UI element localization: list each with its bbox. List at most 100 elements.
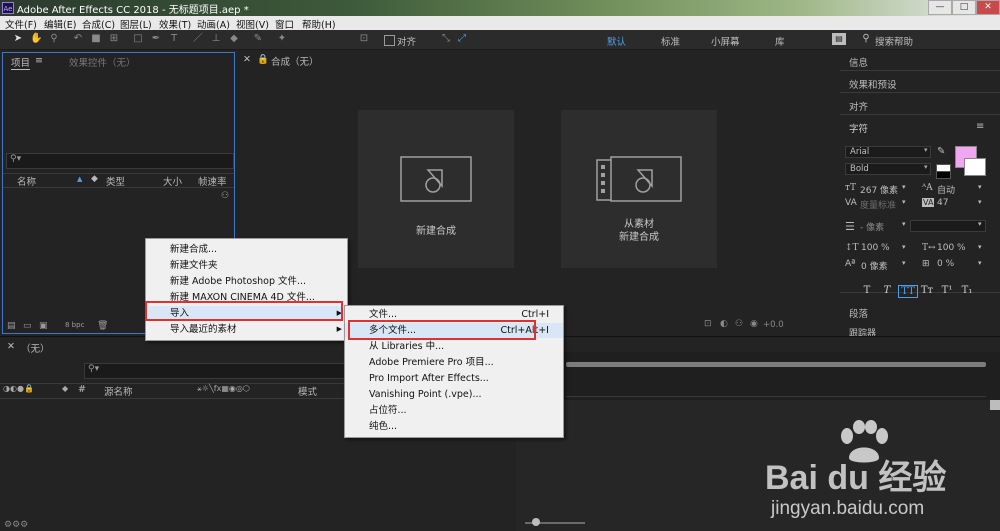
tab-project[interactable]: 项目 (11, 55, 31, 70)
tab-composition[interactable]: 合成（无） (271, 54, 319, 68)
align-checkbox[interactable] (384, 35, 395, 46)
label-column-icon[interactable]: ◆ (91, 174, 98, 184)
subscript-button[interactable]: T₁ (960, 285, 974, 296)
faux-bold-button[interactable]: T (860, 285, 874, 296)
effects-presets-tab[interactable]: 效果和预设 (849, 77, 897, 91)
search-help-input[interactable]: 搜索帮助 (875, 34, 913, 48)
snap-icon[interactable]: ⤡ (440, 33, 452, 45)
close-timeline-tab-icon[interactable]: ✕ (7, 341, 15, 352)
workspace-small-screen[interactable]: 小屏幕 (711, 34, 740, 48)
project-panel-menu-icon[interactable]: ≡ (35, 55, 43, 66)
menu-item-new-folder[interactable]: 新建文件夹 (146, 258, 347, 273)
local-axis-icon[interactable]: ⊡ (358, 33, 370, 45)
column-size[interactable]: 大小 (163, 174, 182, 188)
column-number[interactable]: # (78, 384, 86, 395)
close-comp-tab-icon[interactable]: ✕ (243, 54, 251, 65)
new-comp-icon[interactable]: ▣ (39, 321, 48, 331)
column-type[interactable]: 类型 (106, 174, 125, 188)
hand-tool-icon[interactable]: ✋ (30, 33, 42, 45)
column-source-name[interactable]: 源名称 (104, 384, 133, 398)
zoom-tool-icon[interactable]: ⚲ (48, 33, 60, 45)
show-channel-icon[interactable]: ◐ (720, 319, 728, 329)
submenu-item-solid[interactable]: 纯色... (345, 419, 563, 434)
stroke-width-value[interactable]: - 像素 (860, 220, 884, 233)
menu-animation[interactable]: 动画(A) (197, 17, 230, 31)
tracking-value[interactable]: 47 (937, 198, 948, 208)
puppet-tool-icon[interactable]: ✦ (276, 33, 288, 45)
submenu-item-placeholder[interactable]: 占位符... (345, 403, 563, 418)
menu-item-import-recent[interactable]: 导入最近的素材 ▶ (146, 322, 347, 337)
tsume-value[interactable]: 0 % (937, 259, 954, 269)
column-mode[interactable]: 模式 (298, 384, 317, 398)
exposure-icon[interactable]: ◉ (750, 319, 758, 329)
workspace-menu-icon[interactable]: ▤ (832, 33, 846, 45)
menu-window[interactable]: 窗口 (275, 17, 294, 31)
tab-timeline[interactable]: （无） (21, 341, 50, 355)
snap-target-icon[interactable]: ⤢ (456, 33, 468, 45)
zoom-slider-thumb[interactable] (532, 518, 540, 526)
type-tool-icon[interactable]: T (168, 33, 180, 45)
region-icon[interactable]: ⚇ (735, 319, 743, 329)
menu-help[interactable]: 帮助(H) (302, 17, 336, 31)
horizontal-scale-value[interactable]: 100 % (937, 243, 966, 253)
scrollbar-handle[interactable] (990, 400, 1000, 410)
av-switches-icon[interactable]: ◑◐●🔒 (3, 384, 34, 393)
rectangle-tool-icon[interactable]: □ (132, 33, 144, 45)
submenu-item-vanishing-point[interactable]: Vanishing Point (.vpe)... (345, 387, 563, 402)
character-panel-tab[interactable]: 字符 (849, 121, 868, 135)
submenu-item-libraries[interactable]: 从 Libraries 中... (345, 339, 563, 354)
maximize-button[interactable]: □ (952, 0, 976, 15)
rotate-tool-icon[interactable]: ↶ (72, 33, 84, 45)
menu-item-new-comp[interactable]: 新建合成... (146, 242, 347, 257)
roto-brush-tool-icon[interactable]: ✎ (252, 33, 264, 45)
switches-icons[interactable]: ⚹☼╲fx▦◉◎⬡ (197, 384, 250, 394)
submenu-item-premiere[interactable]: Adobe Premiere Pro 项目... (345, 355, 563, 370)
pen-tool-icon[interactable]: ✒ (150, 33, 162, 45)
stroke-color-swatch[interactable] (964, 158, 986, 176)
submenu-item-pro-import[interactable]: Pro Import After Effects... (345, 371, 563, 386)
character-menu-icon[interactable]: ≡ (976, 121, 984, 132)
bpc-label[interactable]: 8 bpc (65, 321, 84, 329)
new-folder-icon[interactable]: ▭ (23, 321, 32, 331)
info-panel-tab[interactable]: 信息 (849, 55, 868, 69)
menu-effect[interactable]: 效果(T) (159, 17, 191, 31)
label-column-icon[interactable]: ◆ (62, 384, 68, 393)
workspace-standard[interactable]: 标准 (661, 34, 680, 48)
minimize-button[interactable]: — (928, 0, 952, 15)
interpret-footage-icon[interactable]: ▤ (7, 321, 16, 331)
time-ruler[interactable] (566, 380, 986, 397)
timeline-toggle-icons[interactable]: ⚙⚙⚙ (4, 520, 28, 530)
menu-composition[interactable]: 合成(C) (82, 17, 115, 31)
column-name[interactable]: 名称 (17, 174, 36, 188)
column-framerate[interactable]: 帧速率 (198, 174, 227, 188)
snapshot-icon[interactable]: ⊡ (704, 319, 712, 329)
selection-tool-icon[interactable]: ➤ (12, 33, 24, 45)
menu-file[interactable]: 文件(F) (5, 17, 37, 31)
menu-item-new-photoshop[interactable]: 新建 Adobe Photoshop 文件... (146, 274, 347, 289)
vertical-scale-value[interactable]: 100 % (861, 243, 890, 253)
align-panel-tab[interactable]: 对齐 (849, 99, 868, 113)
flowchart-icon[interactable]: ⚇ (221, 191, 229, 201)
project-search-input[interactable]: ⚲▾ (6, 153, 234, 169)
all-caps-button[interactable]: TT (898, 285, 918, 298)
brush-tool-icon[interactable]: ／ (192, 33, 204, 45)
kerning-value[interactable]: 度量标准 (860, 198, 896, 211)
leading-value[interactable]: 自动 (937, 183, 955, 196)
workspace-default[interactable]: 默认 (607, 34, 626, 48)
work-area-bar[interactable] (566, 362, 986, 367)
font-family-select[interactable]: Arial (845, 146, 931, 158)
lock-icon[interactable]: 🔒 (257, 54, 269, 65)
paragraph-panel-tab[interactable]: 段落 (849, 306, 868, 320)
exposure-value[interactable]: +0.0 (763, 320, 784, 330)
baseline-shift-value[interactable]: 0 像素 (861, 259, 888, 272)
font-style-select[interactable]: Bold (845, 163, 931, 175)
new-composition-card[interactable]: 新建合成 (358, 110, 514, 268)
stroke-style-select[interactable] (910, 220, 986, 232)
clone-stamp-tool-icon[interactable]: ⊥ (210, 33, 222, 45)
tab-effects-controls[interactable]: 效果控件（无） (69, 55, 136, 69)
menu-layer[interactable]: 图层(L) (120, 17, 152, 31)
superscript-button[interactable]: T¹ (940, 285, 954, 296)
pan-behind-tool-icon[interactable]: ⊞ (108, 33, 120, 45)
sort-icon[interactable]: ▲ (77, 175, 82, 183)
eyedropper-icon[interactable]: ✎ (937, 146, 945, 157)
